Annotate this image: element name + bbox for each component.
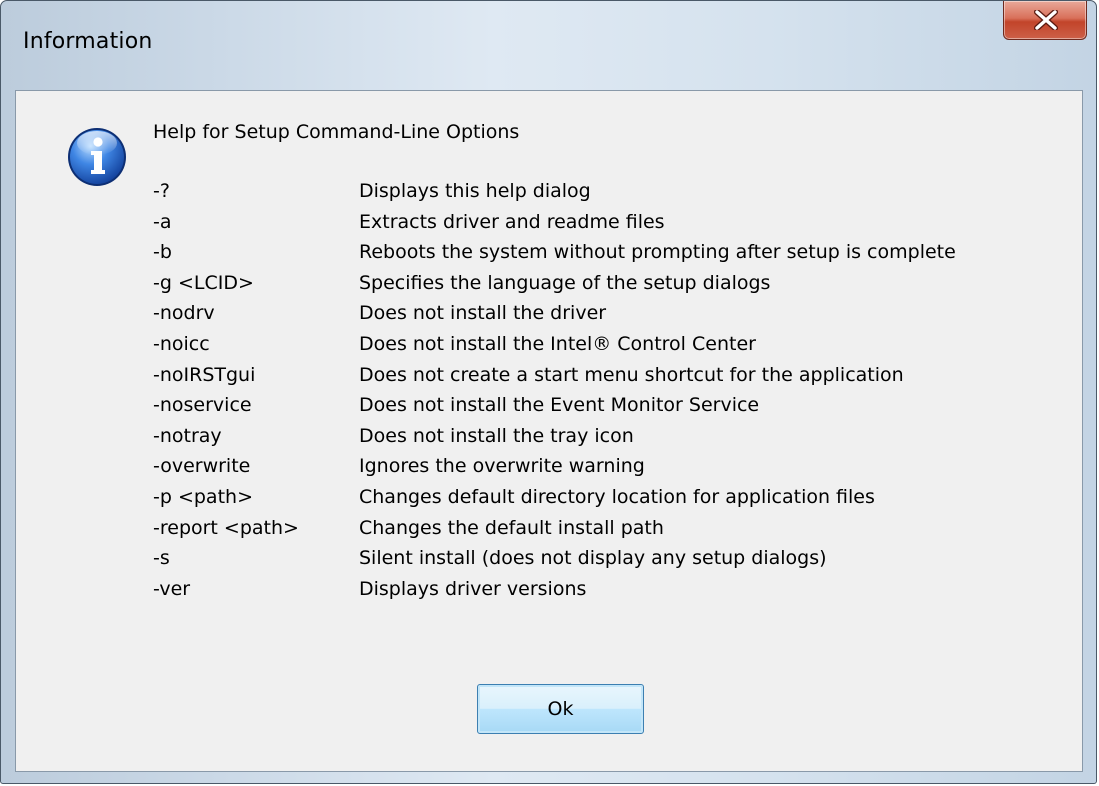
message-text: Help for Setup Command-Line Options -? D… (153, 120, 956, 607)
option-description: Specifies the language of the setup dial… (359, 271, 771, 294)
option-flag: -noservice (153, 394, 252, 417)
option-flag: -? (153, 180, 170, 202)
title-bar[interactable]: Information (1, 1, 1096, 91)
option-row: -g <LCID> Specifies the language of the … (153, 271, 956, 302)
option-flag: -overwrite (153, 455, 251, 478)
option-flag: -report <path> (153, 516, 299, 539)
option-row: -noservice Does not install the Event Mo… (153, 393, 956, 424)
option-flag: -a (153, 210, 172, 233)
option-row: -noicc Does not install the Intel® Contr… (153, 332, 956, 363)
option-flag: -noicc (153, 332, 210, 355)
option-row: -ver Displays driver versions (153, 577, 956, 608)
option-row: -b Reboots the system without prompting … (153, 240, 956, 271)
information-icon (66, 126, 128, 188)
option-row: -nodrv Does not install the driver (153, 301, 956, 332)
close-icon (1034, 10, 1058, 30)
option-description: Does not install the Intel® Control Cent… (359, 332, 756, 355)
option-description: Changes the default install path (359, 516, 664, 539)
option-row: -noIRSTgui Does not create a start menu … (153, 363, 956, 394)
option-flag: -nodrv (153, 302, 215, 325)
information-dialog: Information Help for Setup Command-Line … (0, 0, 1097, 784)
message-heading: Help for Setup Command-Line Options (153, 121, 520, 143)
option-row: -report <path> Changes the default insta… (153, 516, 956, 547)
option-row: -p <path> Changes default directory loca… (153, 485, 956, 516)
option-description: Extracts driver and readme files (359, 210, 665, 233)
option-row: -overwrite Ignores the overwrite warning (153, 454, 956, 485)
option-description: Reboots the system without prompting aft… (359, 241, 956, 264)
dialog-body: Help for Setup Command-Line Options -? D… (15, 90, 1083, 772)
option-description: Changes default directory location for a… (359, 485, 875, 508)
option-row: -notray Does not install the tray icon (153, 424, 956, 455)
option-description: Displays driver versions (359, 577, 587, 600)
option-flag: -p <path> (153, 485, 253, 508)
option-flag: -notray (153, 424, 222, 447)
option-row: -a Extracts driver and readme files (153, 210, 956, 241)
option-flag: -ver (153, 577, 191, 600)
option-description: Does not install the Event Monitor Servi… (359, 394, 760, 417)
ok-button[interactable]: Ok (477, 684, 644, 734)
option-description: Does not install the driver (359, 302, 607, 325)
options-list: -? Displays this help dialog -a Extracts… (153, 179, 956, 607)
option-row: -s Silent install (does not display any … (153, 546, 956, 577)
option-description: Does not install the tray icon (359, 424, 634, 447)
close-button[interactable] (1003, 1, 1087, 40)
option-row: -? Displays this help dialog (153, 179, 956, 210)
option-description: Ignores the overwrite warning (359, 455, 645, 478)
option-flag: -s (153, 547, 170, 570)
option-description: Displays this help dialog (359, 180, 591, 202)
option-flag: -g <LCID> (153, 271, 254, 294)
option-description: Does not create a start menu shortcut fo… (359, 363, 904, 386)
option-flag: -noIRSTgui (153, 363, 256, 386)
window-title: Information (23, 29, 153, 54)
option-description: Silent install (does not display any set… (359, 547, 827, 570)
option-flag: -b (153, 241, 172, 264)
